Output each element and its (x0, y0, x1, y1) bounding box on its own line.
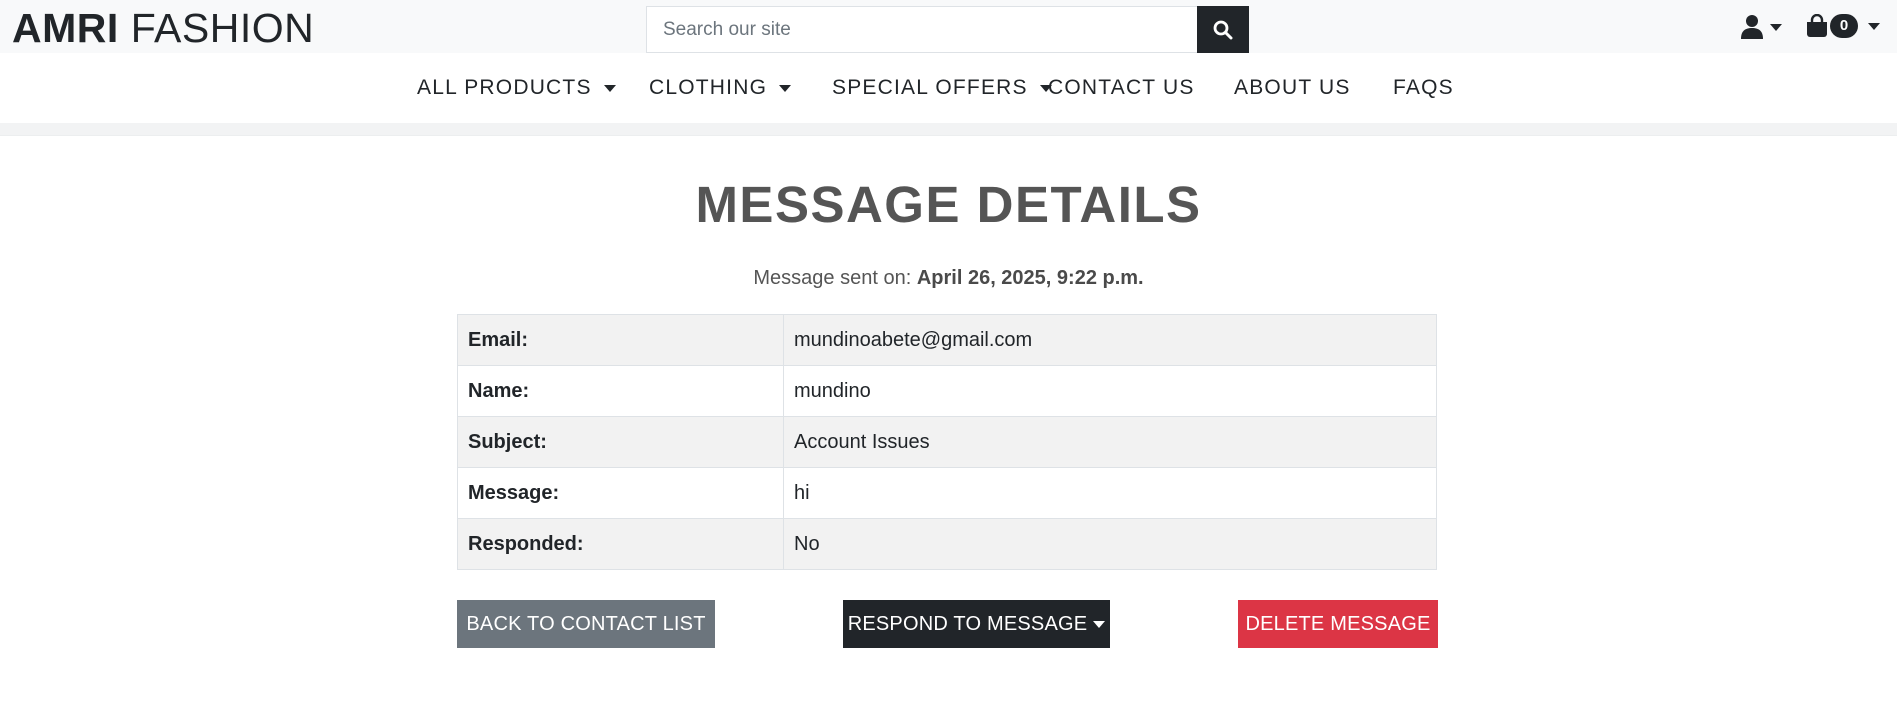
respond-to-message-button[interactable]: RESPOND TO MESSAGE (843, 600, 1110, 648)
subject-key: Subject: (457, 416, 784, 468)
nav-special-offers[interactable]: SPECIAL OFFERS (832, 53, 1052, 123)
page-title: MESSAGE DETAILS (695, 176, 1202, 233)
nav-label: FAQS (1393, 76, 1454, 99)
chevron-down-icon (603, 84, 616, 92)
sent-label: Message sent on: (753, 267, 912, 289)
search-icon (1213, 20, 1233, 39)
table-row: Email: mundinoabete@gmail.com (457, 314, 1437, 366)
email-value: mundinoabete@gmail.com (783, 314, 1437, 366)
brand-name-bold: AMRI (12, 5, 119, 51)
table-row: Name: mundino (457, 365, 1437, 417)
main-nav: ALL PRODUCTS CLOTHING SPECIAL OFFERS CON… (0, 53, 1897, 123)
sent-timestamp: April 26, 2025, 9:22 p.m. (916, 267, 1144, 289)
nav-contact-us[interactable]: CONTACT US (1048, 53, 1195, 123)
message-sent-line: Message sent on: April 26, 2025, 9:22 p.… (0, 267, 1897, 290)
nav-divider (0, 123, 1897, 136)
chevron-down-icon (1093, 620, 1106, 628)
nav-label: ALL PRODUCTS (417, 76, 592, 99)
delete-message-button[interactable]: DELETE MESSAGE (1238, 600, 1438, 648)
table-row: Responded: No (457, 518, 1437, 570)
table-row: Message: hi (457, 467, 1437, 519)
button-label: DELETE MESSAGE (1245, 612, 1431, 635)
nav-all-products[interactable]: ALL PRODUCTS (417, 53, 616, 123)
account-menu[interactable] (1740, 14, 1782, 40)
shopping-bag-icon (1807, 14, 1827, 37)
name-key: Name: (457, 365, 784, 417)
message-key: Message: (457, 467, 784, 519)
chevron-down-icon (1770, 23, 1782, 31)
search-button[interactable] (1197, 6, 1249, 53)
chevron-down-icon (779, 84, 792, 92)
search-input[interactable] (646, 6, 1197, 53)
nav-about-us[interactable]: ABOUT US (1234, 53, 1351, 123)
chevron-down-icon (1868, 22, 1880, 30)
brand-name-light: FASHION (130, 5, 315, 51)
nav-faqs[interactable]: FAQS (1393, 53, 1454, 123)
message-value: hi (783, 467, 1437, 519)
message-details-table: Email: mundinoabete@gmail.com Name: mund… (457, 314, 1437, 570)
name-value: mundino (783, 365, 1437, 417)
subject-value: Account Issues (783, 416, 1437, 468)
brand-logo[interactable]: AMRI FASHION (12, 4, 314, 52)
back-to-contact-list-button[interactable]: BACK TO CONTACT LIST (457, 600, 715, 648)
cart-menu[interactable]: 0 (1806, 14, 1880, 38)
button-label: RESPOND TO MESSAGE (847, 612, 1088, 635)
nav-label: SPECIAL OFFERS (832, 76, 1028, 99)
nav-label: CONTACT US (1048, 76, 1195, 99)
cart-count-badge: 0 (1830, 14, 1858, 38)
table-row: Subject: Account Issues (457, 416, 1437, 468)
user-icon (1741, 15, 1763, 39)
nav-label: ABOUT US (1234, 76, 1351, 99)
search-form (646, 6, 1249, 53)
button-label: BACK TO CONTACT LIST (466, 612, 706, 635)
nav-label: CLOTHING (649, 76, 768, 99)
nav-clothing[interactable]: CLOTHING (649, 53, 792, 123)
top-header: AMRIFASHION 0 (0, 0, 1897, 53)
responded-status: No (783, 518, 1437, 570)
email-key: Email: (457, 314, 784, 366)
responded-key: Responded: (457, 518, 784, 570)
